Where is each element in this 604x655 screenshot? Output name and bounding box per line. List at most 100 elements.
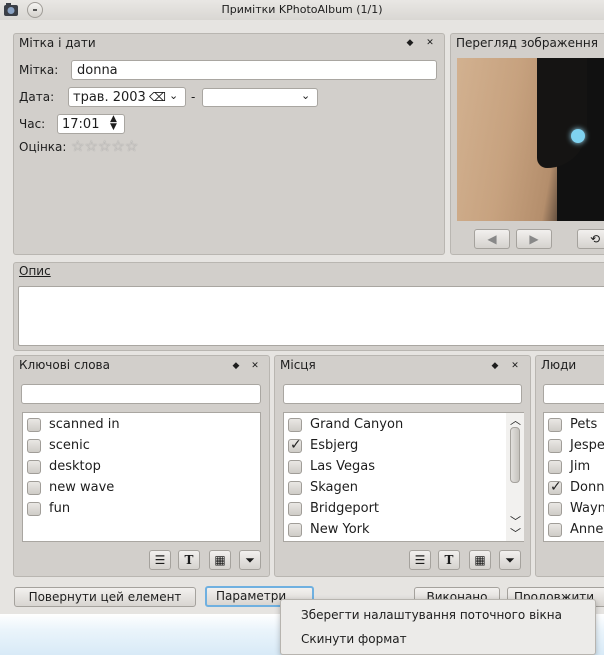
chevron-down-icon[interactable]: ﹀ <box>510 525 521 541</box>
calendar-icon: ▦ <box>474 553 486 567</box>
spin-up-down-icon[interactable]: ▲ ▼ <box>110 115 117 132</box>
list-icon: ☰ <box>154 553 166 567</box>
places-list: Grand Canyon Esbjerg Las Vegas Skagen Bridge… <box>283 412 524 542</box>
reset-layout-menu-item[interactable]: Скинути формат <box>301 632 407 646</box>
clear-icon[interactable]: ⌫ <box>149 90 166 104</box>
star-icon[interactable]: ☆ <box>84 137 97 155</box>
place-item-label: Las Vegas <box>310 459 375 474</box>
close-icon[interactable]: ✕ <box>249 360 261 372</box>
person-list-item[interactable]: Anne <box>548 520 604 540</box>
float-icon[interactable]: ◆ <box>404 37 416 49</box>
rating-stars[interactable]: ☆☆☆☆☆ <box>71 137 151 155</box>
keywords-list: scanned in scenic desktop new wave fun <box>22 412 261 542</box>
checkbox[interactable] <box>27 502 41 516</box>
text-style-button[interactable]: T <box>178 550 200 570</box>
person-item-label: Wayn <box>570 501 604 516</box>
date-from-combo[interactable]: трав. 2003 ⌫ ⌄ <box>68 87 186 107</box>
checkbox[interactable] <box>27 439 41 453</box>
next-image-button[interactable]: ▶ <box>516 229 552 249</box>
checkbox[interactable] <box>288 523 302 537</box>
panel-title: Люди <box>541 358 577 372</box>
save-window-settings-menu-item[interactable]: Зберегти налаштування поточного вікна <box>301 608 562 622</box>
close-icon[interactable]: ✕ <box>424 37 436 49</box>
checkbox[interactable] <box>288 481 302 495</box>
calendar-button[interactable]: ▦ <box>469 550 491 570</box>
place-item-label: Skagen <box>310 480 359 495</box>
place-list-item[interactable]: Esbjerg <box>288 436 498 456</box>
time-caption: Час: <box>19 117 46 131</box>
float-icon[interactable]: ◆ <box>230 360 242 372</box>
description-textarea[interactable] <box>18 286 604 346</box>
checkbox[interactable] <box>288 502 302 516</box>
keyword-list-item[interactable]: desktop <box>27 457 237 477</box>
checkbox[interactable] <box>288 437 302 453</box>
filter-button[interactable]: ⏷ <box>239 550 261 570</box>
calendar-icon: ▦ <box>214 553 226 567</box>
checkbox[interactable] <box>548 523 562 537</box>
calendar-button[interactable]: ▦ <box>209 550 231 570</box>
person-list-item[interactable]: Wayn <box>548 499 604 519</box>
chevron-down-icon[interactable]: ⌄ <box>169 89 178 102</box>
keyword-list-item[interactable]: new wave <box>27 478 237 498</box>
text-style-button[interactable]: T <box>438 550 460 570</box>
chevron-up-icon[interactable]: ︿ <box>510 412 521 428</box>
places-scrollbar[interactable]: ︿ ﹀ ﹀ <box>506 413 524 541</box>
star-icon[interactable]: ☆ <box>71 137 84 155</box>
keywords-search-input[interactable] <box>21 384 261 404</box>
image-preview-panel: Перегляд зображення ◀ ▶ ⟲ <box>450 33 604 255</box>
label-caption: Мітка: <box>19 63 59 77</box>
rotate-button[interactable]: ⟲ <box>577 229 604 249</box>
close-icon[interactable]: ✕ <box>509 360 521 372</box>
checkbox[interactable] <box>548 502 562 516</box>
place-list-item[interactable]: Bridgeport <box>288 499 498 519</box>
place-list-item[interactable]: Grand Canyon <box>288 415 498 435</box>
keyword-item-label: scenic <box>49 438 90 453</box>
keyword-item-label: scanned in <box>49 417 120 432</box>
checkbox[interactable] <box>27 481 41 495</box>
checkbox[interactable] <box>548 418 562 432</box>
label-input[interactable]: donna <box>71 60 437 80</box>
date-caption: Дата: <box>19 90 55 104</box>
person-list-item[interactable]: Jim <box>548 457 604 477</box>
place-list-item[interactable]: Skagen <box>288 478 498 498</box>
checkbox[interactable] <box>27 460 41 474</box>
star-icon[interactable]: ☆ <box>98 137 111 155</box>
filter-button[interactable]: ⏷ <box>499 550 521 570</box>
time-spinbox[interactable]: 17:01 ▲ ▼ <box>57 114 125 134</box>
person-list-item[interactable]: Pets <box>548 415 604 435</box>
keyword-list-item[interactable]: fun <box>27 499 237 519</box>
keyword-item-label: new wave <box>49 480 115 495</box>
keyword-list-item[interactable]: scanned in <box>27 415 237 435</box>
date-to-combo[interactable]: ⌄ <box>202 88 318 107</box>
float-icon[interactable]: ◆ <box>489 360 501 372</box>
checkbox[interactable] <box>548 479 562 495</box>
star-icon[interactable]: ☆ <box>125 137 138 155</box>
panel-title: Місця <box>280 358 316 372</box>
checkbox[interactable] <box>548 439 562 453</box>
people-search-input[interactable] <box>543 384 604 404</box>
rating-caption: Оцінка: <box>19 140 67 154</box>
keyword-list-item[interactable]: scenic <box>27 436 237 456</box>
keywords-panel: Ключові слова ◆ ✕ scanned in scenic deskto… <box>13 355 270 577</box>
checkbox[interactable] <box>27 418 41 432</box>
options-menu: Зберегти налаштування поточного вікна Ск… <box>280 599 596 655</box>
sort-list-button[interactable]: ☰ <box>149 550 171 570</box>
revert-item-button[interactable]: Повернути цей елемент <box>14 587 196 607</box>
checkbox[interactable] <box>288 418 302 432</box>
chevron-down-icon[interactable]: ⌄ <box>301 89 310 102</box>
previous-image-button[interactable]: ◀ <box>474 229 510 249</box>
place-list-item[interactable]: Las Vegas <box>288 457 498 477</box>
checkbox[interactable] <box>288 460 302 474</box>
sort-list-button[interactable]: ☰ <box>409 550 431 570</box>
person-item-label: Donn <box>570 480 604 495</box>
people-list: Pets Jespe Jim Donn Wayn Anne <box>543 412 604 542</box>
star-icon[interactable]: ☆ <box>111 137 124 155</box>
place-list-item[interactable]: New York <box>288 520 498 540</box>
label-value: donna <box>77 63 118 78</box>
window-title: Примітки KPhotoAlbum (1/1) <box>221 3 383 16</box>
person-list-item[interactable]: Donn <box>548 478 604 498</box>
person-list-item[interactable]: Jespe <box>548 436 604 456</box>
scrollbar-thumb[interactable] <box>510 427 520 483</box>
places-search-input[interactable] <box>283 384 522 404</box>
checkbox[interactable] <box>548 460 562 474</box>
